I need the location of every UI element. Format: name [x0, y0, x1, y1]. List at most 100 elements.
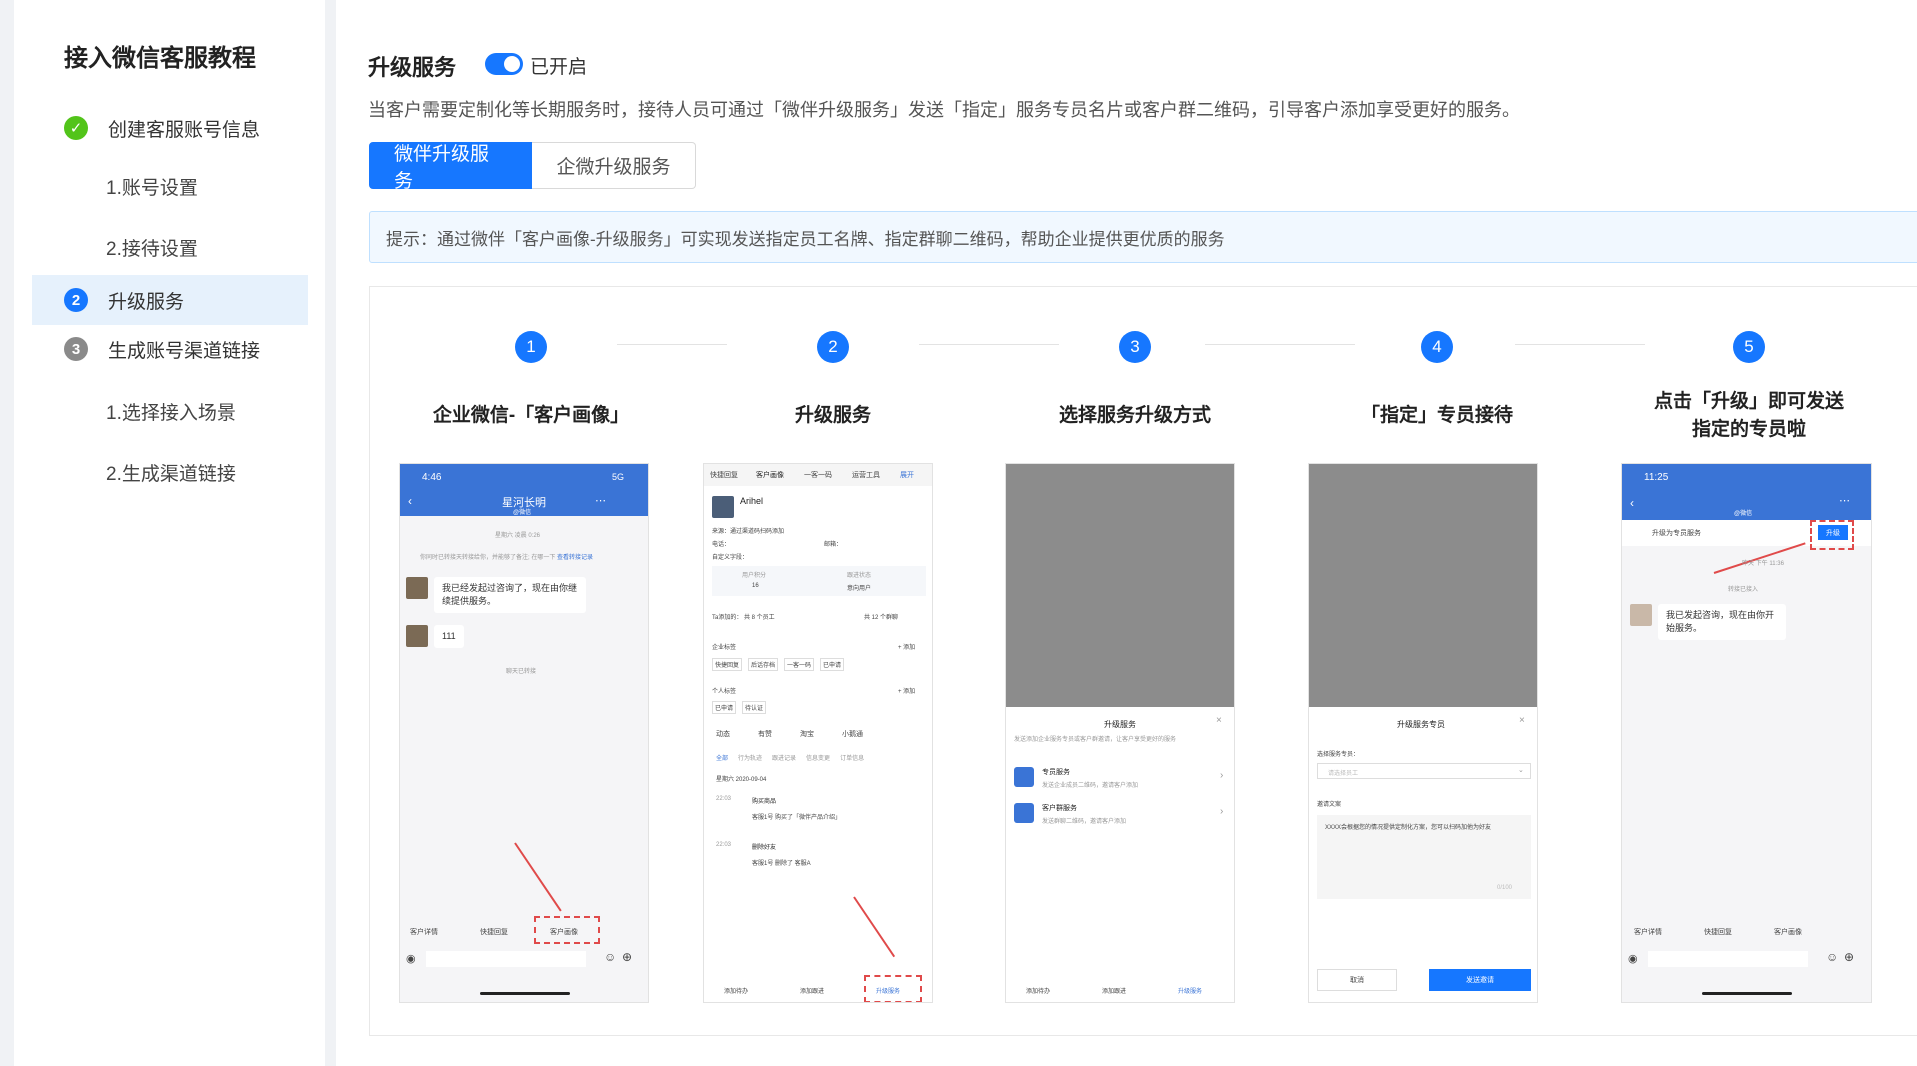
tab-weiban-upgrade[interactable]: 微伴升级服务	[369, 142, 532, 192]
step-upgrade-service[interactable]: 2 升级服务	[32, 275, 308, 325]
pointer-arrow	[853, 896, 896, 958]
phone-screenshot-select-method: 升级服务 × 发送添加企业服务专员或客户群邀请，让客户享受更好的服务 专员服务 …	[1005, 463, 1235, 1003]
avatar	[712, 496, 734, 518]
chat-date: 昨天 下午 11:36	[1742, 561, 1784, 567]
phone-time: 4:46	[422, 472, 442, 483]
custom-field-label: 自定义字段：	[712, 555, 749, 561]
event-detail: 客服1号 购买了「微伴产品介绍」	[752, 815, 842, 821]
cancel-button: 取消	[1317, 969, 1397, 991]
option-title: 专员服务	[1042, 769, 1070, 776]
flow-step-caption: 点击「升级」即可发送指定的专员啦	[1654, 391, 1845, 440]
dim-overlay	[1006, 464, 1234, 707]
tag: 后话存档	[748, 658, 779, 671]
main-panel: 升级服务 已开启 当客户需要定制化等长期服务时，接待人员可通过「微伴升级服务」发…	[336, 0, 1917, 1066]
service-tabs: 微伴升级服务 企微升级服务	[369, 142, 696, 192]
event-detail: 客服1号 删除了 客服A	[752, 861, 811, 867]
customer-detail-button: 客户详情	[1634, 929, 1662, 936]
step-label: 创建客服账号信息	[108, 119, 261, 141]
sheet-description: 发送添加企业服务专员或客户群邀请，让客户享受更好的服务	[1014, 737, 1177, 743]
invite-text-label: 邀请文案	[1317, 802, 1342, 808]
plus-icon: ⊕	[1844, 950, 1855, 964]
tab: 一客一码	[804, 472, 832, 479]
tab-wecom-upgrade[interactable]: 企微升级服务	[532, 142, 696, 189]
customer-name: Arihel	[740, 496, 764, 506]
flow-step-number: 1	[515, 331, 547, 363]
tip-banner: 提示：通过微伴「客户画像-升级服务」可实现发送指定员工名牌、指定群聊二维码，帮助…	[369, 211, 1917, 263]
user-icon	[1014, 767, 1034, 787]
send-invite-button: 发送邀请	[1429, 969, 1531, 991]
avatar	[406, 577, 428, 599]
add-personal-tag: + 添加	[898, 689, 916, 695]
tab: 运营工具	[852, 472, 880, 479]
back-icon: ‹	[408, 494, 412, 508]
joined-note: 转接已接入	[1728, 587, 1759, 593]
add-follow-button: 添加跟进	[1102, 989, 1127, 995]
tag: 待认证	[742, 701, 767, 714]
tab: 快捷回复	[710, 472, 738, 479]
home-indicator	[480, 992, 570, 995]
substep-generate-link[interactable]: 2.生成渠道链接	[106, 459, 236, 486]
emoji-icon: ☺	[1826, 950, 1839, 964]
section-description: 当客户需要定制化等长期服务时，接待人员可通过「微伴升级服务」发送「指定」服务专员…	[368, 100, 1520, 120]
tab: 客户画像	[756, 472, 784, 479]
tab: 展开	[900, 472, 914, 479]
sheet-title: 升级服务专员	[1397, 720, 1445, 729]
message-input	[426, 951, 586, 967]
flow-step-number: 4	[1421, 331, 1453, 363]
feed-tab: 动态	[716, 731, 730, 738]
dim-overlay	[1309, 464, 1537, 707]
service-toggle[interactable]	[485, 53, 523, 75]
substep-account-settings[interactable]: 1.账号设置	[106, 173, 198, 200]
feed-tab: 淘宝	[800, 731, 814, 738]
phone-screenshot-assign-staff: 升级服务专员 × 选择服务专员： 请选择员工 ⌄ 邀请文案 XXXX会根据您的情…	[1308, 463, 1538, 1003]
top-tabs: 快捷回复 客户画像 一客一码 运营工具 展开	[704, 464, 932, 486]
sidebar: 接入微信客服教程 ✓ 创建客服账号信息 1.账号设置 2.接待设置 2 升级服务…	[14, 0, 325, 1066]
step-create-account[interactable]: ✓ 创建客服账号信息	[14, 103, 308, 153]
phone-header: 4:46 5G ‹ 星河长明 @微信 ⋯	[400, 464, 648, 516]
feed-filters: 全部 行为轨迹 跟进记录 信息变更 订单信息	[716, 753, 864, 762]
personal-tags: 已申请 待认证	[712, 701, 767, 714]
substep-select-scene[interactable]: 1.选择接入场景	[106, 398, 236, 425]
home-indicator	[1702, 992, 1792, 995]
substep-reception-settings[interactable]: 2.接待设置	[106, 234, 198, 261]
corp-tags: 快捷回复 后话存档 一客一码 已申请	[712, 658, 845, 671]
chat-closed-note: 聊天已转接	[506, 669, 537, 675]
plus-icon: ⊕	[622, 950, 633, 964]
voice-icon: ◉	[1628, 953, 1638, 965]
select-staff-label: 选择服务专员：	[1317, 752, 1360, 758]
chevron-down-icon: ⌄	[1518, 767, 1524, 774]
banner-text: 升级为专员服务	[1652, 530, 1701, 537]
tag: 快捷回复	[712, 658, 743, 671]
phone-signal: 5G	[612, 472, 625, 482]
flow-connector	[617, 344, 727, 345]
tag: 已申请	[712, 701, 737, 714]
section-title: 升级服务	[368, 55, 457, 80]
more-icon: ⋯	[1839, 495, 1850, 507]
feed-tab: 小鹅通	[842, 731, 863, 738]
more-icon: ⋯	[595, 495, 606, 507]
score-card: 用户积分 16 跟进状态 意向用户	[712, 566, 926, 596]
invite-textarea: XXXX会根据您的情况提供定制化方案，您可以扫码加他为好友 0/100	[1317, 815, 1531, 899]
option-description: 发送企业成员二维码，邀请客户添加	[1042, 783, 1139, 789]
quick-reply-button: 快捷回复	[480, 929, 508, 936]
highlight-box	[864, 975, 922, 1002]
filter: 跟进记录	[772, 756, 797, 762]
customer-profile-button: 客户画像	[1774, 929, 1802, 936]
add-follow-button: 添加跟进	[800, 989, 825, 995]
feed-tabs: 动态 有赞 淘宝 小鹅通	[716, 729, 863, 739]
sheet-title: 升级服务	[1104, 720, 1136, 729]
staff-sheet: 升级服务专员 × 选择服务专员： 请选择员工 ⌄ 邀请文案 XXXX会根据您的情…	[1309, 707, 1537, 1002]
char-counter: 0/100	[1497, 885, 1513, 891]
close-icon: ×	[1519, 715, 1525, 726]
flow-step-caption: 升级服务	[794, 405, 871, 426]
step-number-badge: 3	[64, 337, 88, 361]
phone-header: 11:25 ‹ @微信 ⋯	[1622, 464, 1871, 520]
option-title: 客户群服务	[1042, 805, 1077, 812]
sidebar-title: 接入微信客服教程	[64, 45, 256, 72]
group-count: 共 12 个群聊	[864, 615, 899, 621]
flow-step-number: 3	[1119, 331, 1151, 363]
chat-subtitle: @微信	[513, 510, 532, 516]
staff-select: 请选择员工 ⌄	[1317, 763, 1531, 779]
highlight-box	[534, 916, 600, 944]
step-generate-channel-link[interactable]: 3 生成账号渠道链接	[14, 324, 308, 374]
